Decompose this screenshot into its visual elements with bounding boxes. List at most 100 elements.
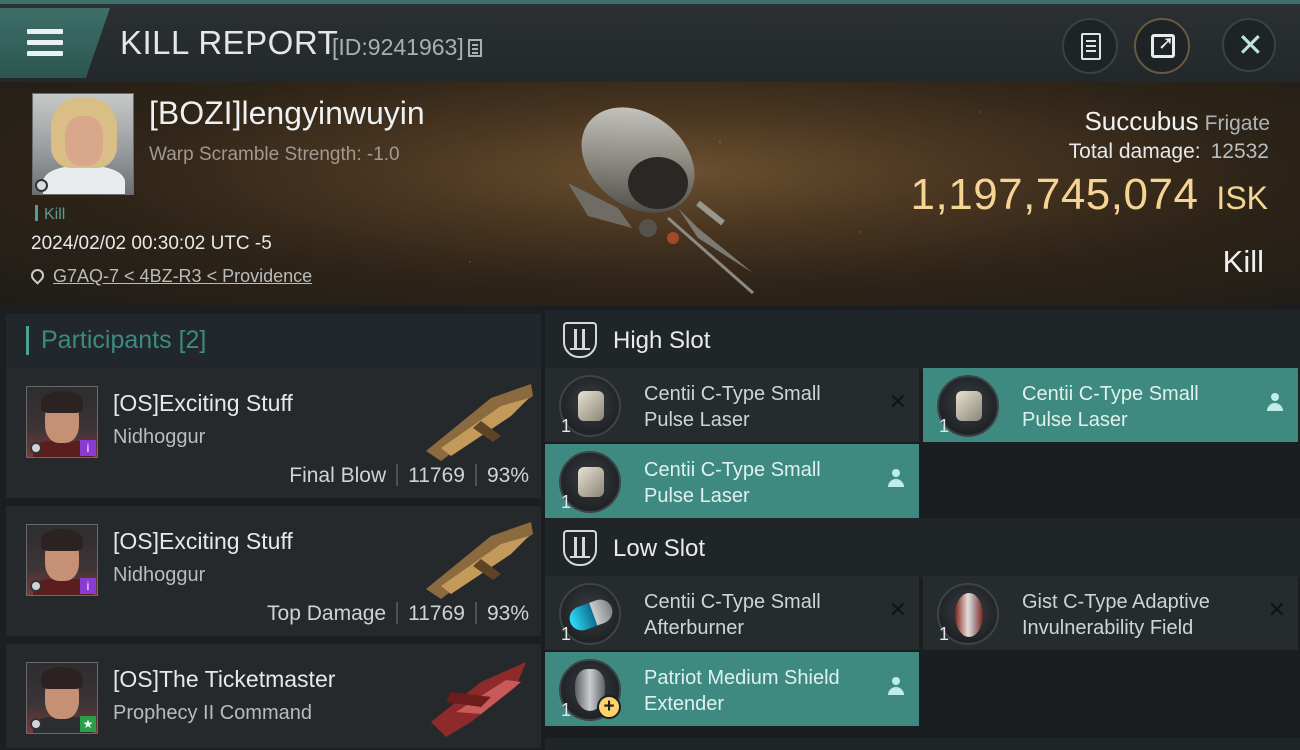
info-badge-icon: i [80,440,96,456]
participant-name: [OS]Exciting Stuff [113,390,293,416]
destroyed-x-icon: ✕ [888,598,907,623]
participant-role: Final Blow [289,464,387,487]
share-icon [1151,32,1175,58]
module-qty: 1 [561,492,572,512]
total-damage-label: Total damage: [1068,140,1201,163]
participants-title: Participants [2] [26,326,206,355]
participant-portrait: i [26,524,98,596]
report-id[interactable]: [ID:9241963] [332,34,482,61]
ship-name: Succubus [1084,106,1199,136]
low-slot-label: Low Slot [613,535,706,562]
kill-summary-banner: [BOZI]lengyinwuyin Warp Scramble Strengt… [0,82,1300,306]
victim-ship-image [568,107,754,295]
corp-icon [30,718,42,730]
participant-ship: Nidhoggur [113,426,206,448]
divider [474,602,477,624]
destroyed-x-icon: ✕ [888,390,907,415]
warp-scramble-strength: Warp Scramble Strength: -1.0 [149,144,400,165]
destroyed-x-icon: ✕ [1267,598,1286,623]
participant-damage: 11769 [408,464,465,487]
info-badge-icon: i [80,578,96,594]
participants-panel: Participants [2] i [OS]Exciting Stuff Ni… [0,306,541,750]
slot-shield-icon [563,322,597,358]
hamburger-icon [27,29,63,34]
participant-damage: 11769 [408,602,465,625]
module-qty: 1 [939,416,950,436]
victim-name[interactable]: [BOZI]lengyinwuyin [149,95,425,132]
kill-result: Kill [1222,244,1264,279]
participant-card[interactable]: i [OS]Exciting Stuff Nidhoggur Final Blo… [6,368,541,500]
dropped-person-icon [1266,393,1284,413]
kill-tag: Kill [35,205,65,224]
dropped-person-icon [887,677,905,697]
isk-unit: ISK [1216,180,1268,216]
module-qty: 1 [561,416,572,436]
participant-ship: Nidhoggur [113,564,206,586]
participant-card[interactable]: i [OS]Exciting Stuff Nidhoggur Top Damag… [6,506,541,638]
close-button[interactable]: ✕ [1222,18,1276,72]
hamburger-icon-line [27,40,63,45]
menu-button[interactable] [0,8,110,78]
divider [396,464,399,486]
module-name: Patriot Medium Shield Extender [644,667,840,715]
location-path[interactable]: G7AQ-7 < 4BZ-R3 < Providence [53,266,312,286]
participants-header: Participants [2] [6,314,541,370]
module-item[interactable]: + 1 Patriot Medium Shield Extender [545,652,919,726]
divider [396,602,399,624]
portrait-hair [41,667,83,689]
participant-card[interactable]: ★ [OS]The Ticketmaster Prophecy II Comma… [6,644,541,750]
high-slot-header: High Slot [545,310,1300,370]
module-item[interactable]: 1 Centii C-Type Small Pulse Laser [545,444,919,518]
document-button[interactable] [1062,18,1118,74]
module-qty: 1 [561,624,572,644]
module-name: Centii C-Type Small Pulse Laser [644,459,821,507]
module-item[interactable]: 1 Centii C-Type Small Afterburner ✕ [545,576,919,650]
participant-portrait: ★ [26,662,98,734]
hamburger-icon-line [27,51,63,56]
low-slot-header: Low Slot [545,518,1300,578]
isk-amount: 1,197,745,074 [910,170,1199,219]
participant-ship: Prophecy II Command [113,702,312,724]
module-item[interactable]: 1 Centii C-Type Small Pulse Laser [923,368,1298,442]
dropped-person-icon [887,469,905,489]
ship-class: Frigate [1204,112,1270,135]
portrait-hair [41,391,83,413]
kill-timestamp: 2024/02/02 00:30:02 UTC -5 [31,233,272,254]
participants-count: [2] [178,326,207,354]
corp-icon [30,580,42,592]
close-icon: ✕ [1237,26,1264,64]
module-qty: 1 [561,700,572,720]
pin-icon [28,266,47,285]
module-graphic [956,391,982,421]
module-name: Gist C-Type Adaptive Invulnerability Fie… [1022,591,1210,639]
copy-icon[interactable] [467,39,482,57]
mid-slot-header-partial [545,738,1300,750]
portrait-face [65,116,103,166]
victim-ship[interactable]: Succubus Frigate [1084,106,1270,137]
plus-icon: + [597,695,621,719]
participant-ship-image [431,662,526,737]
participant-role: Top Damage [267,602,387,625]
participant-stats: Top Damage 11769 93% [267,602,529,626]
participant-portrait: i [26,386,98,458]
victim-portrait[interactable] [32,93,134,195]
corp-icon [35,179,48,192]
total-damage: Total damage: 12532 [1069,140,1269,164]
module-graphic [566,596,616,634]
participant-percent: 93% [486,464,529,487]
module-item[interactable]: 1 Gist C-Type Adaptive Invulnerability F… [923,576,1298,650]
participant-name: [OS]The Ticketmaster [113,666,336,692]
divider [474,464,477,486]
module-item[interactable]: 1 Centii C-Type Small Pulse Laser ✕ [545,368,919,442]
portrait-hair [41,529,83,551]
portrait-body [43,166,125,194]
participant-percent: 93% [486,602,529,625]
share-button[interactable] [1134,18,1190,74]
report-id-text: [ID:9241963] [332,34,464,60]
document-icon [1081,33,1101,60]
module-graphic [955,593,983,637]
module-name: Centii C-Type Small Pulse Laser [1022,383,1199,431]
module-graphic [578,467,604,497]
participant-name: [OS]Exciting Stuff [113,528,293,554]
kill-location[interactable]: G7AQ-7 < 4BZ-R3 < Providence [28,266,312,287]
